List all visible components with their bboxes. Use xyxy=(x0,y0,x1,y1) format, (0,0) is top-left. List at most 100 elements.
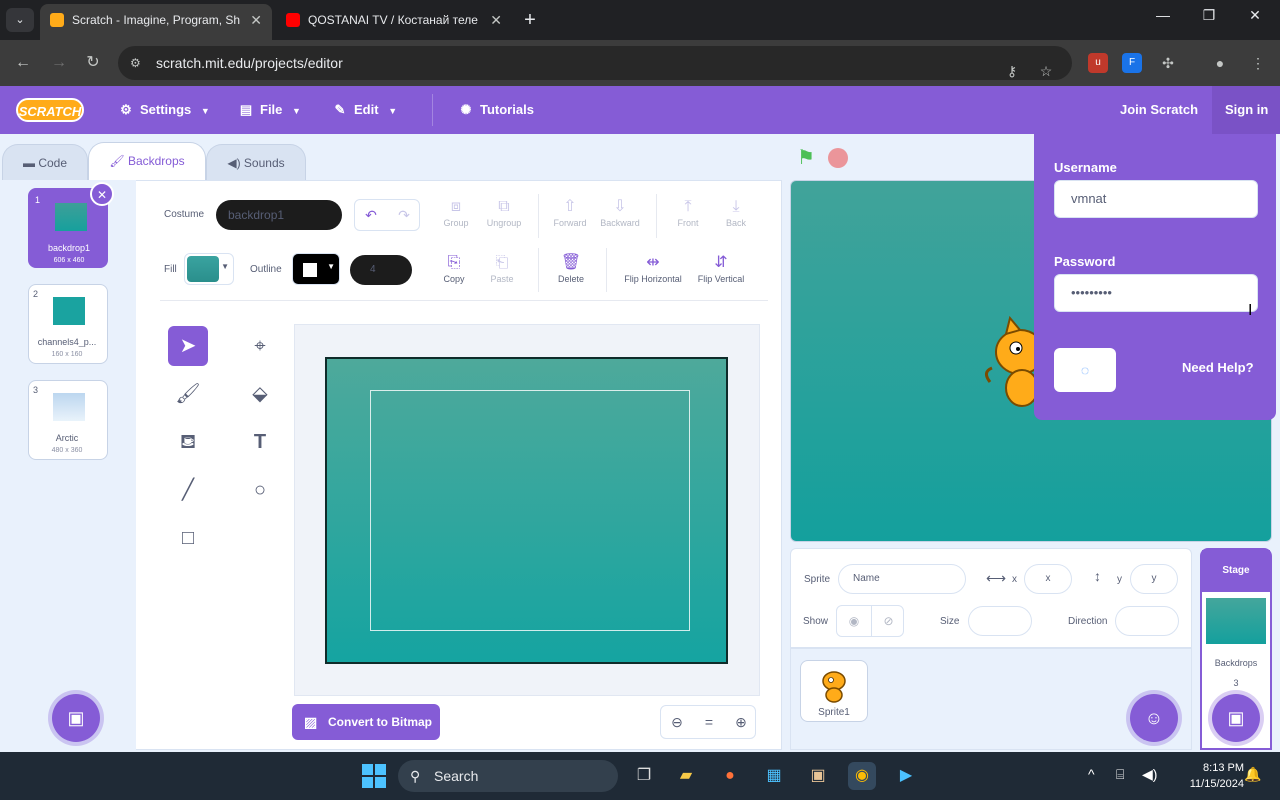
taskbar-clock[interactable]: 8:13 PM 11/15/2024 xyxy=(1166,760,1244,792)
line-tool[interactable]: ╱ xyxy=(168,470,208,510)
show-hidden-icons-chevron-icon[interactable]: ^ xyxy=(1088,766,1095,782)
y-input[interactable]: y xyxy=(1130,564,1178,594)
direction-input[interactable] xyxy=(1115,606,1179,636)
brush-tool[interactable]: 🖌 xyxy=(168,374,208,414)
circle-tool[interactable]: ○ xyxy=(240,470,280,510)
scratch-logo[interactable]: SCRATCH xyxy=(16,98,84,122)
maximize-icon[interactable]: ❐ xyxy=(1186,0,1232,32)
x-input[interactable]: x xyxy=(1024,564,1072,594)
backdrop-item-3[interactable]: 3 Arctic 480 x 360 xyxy=(28,380,108,460)
profile-avatar-icon[interactable]: ● xyxy=(1210,53,1230,73)
forward-icon[interactable]: → xyxy=(46,50,72,76)
search-icon: ⚲ xyxy=(410,768,421,784)
close-window-icon[interactable]: ✕ xyxy=(1232,0,1278,32)
sign-in-button[interactable]: Sign in xyxy=(1212,86,1280,134)
extension-flag-icon[interactable]: F xyxy=(1122,53,1142,73)
costume-name-input[interactable]: backdrop1 xyxy=(216,200,342,230)
backdrop-list-scrollbar[interactable] xyxy=(136,186,150,746)
network-icon[interactable]: ⌸ xyxy=(1116,766,1124,783)
back-button[interactable]: ⤓ Back xyxy=(708,196,764,228)
delete-backdrop-icon[interactable]: ✕ xyxy=(90,182,114,206)
text-tool[interactable]: T xyxy=(240,422,280,462)
minimize-icon[interactable]: — xyxy=(1140,0,1186,32)
convert-to-bitmap-button[interactable]: ▨ Convert to Bitmap xyxy=(292,704,440,740)
rectangle-tool[interactable]: □ xyxy=(168,518,208,558)
select-tool[interactable]: ➤ xyxy=(168,326,208,366)
flip-vertical-label: Flip Vertical xyxy=(697,274,745,284)
tab-sounds[interactable]: ◀) Sounds xyxy=(206,144,306,180)
stroke-width-input[interactable]: 4 xyxy=(350,255,412,285)
file-explorer-icon[interactable]: ▰ xyxy=(672,762,700,790)
redo-icon[interactable]: ↷ xyxy=(388,200,420,230)
username-input[interactable]: vmnat xyxy=(1054,180,1258,218)
add-stage-backdrop-button[interactable]: ▣ xyxy=(1212,694,1260,742)
backward-button[interactable]: ⇩ Backward xyxy=(592,196,648,228)
eye-slash-icon[interactable]: ⊘ xyxy=(871,606,905,636)
back-icon[interactable]: ← xyxy=(10,50,36,76)
backdrop-canvas[interactable] xyxy=(325,357,728,664)
new-tab-button[interactable]: + xyxy=(518,6,542,34)
reload-icon[interactable]: ↻ xyxy=(80,50,106,76)
eye-icon[interactable]: ◉ xyxy=(837,606,871,636)
paste-button[interactable]: ⎗ Paste xyxy=(474,252,530,284)
size-input[interactable] xyxy=(968,606,1032,636)
tab-backdrops[interactable]: 🖌 Backdrops xyxy=(88,142,206,180)
volume-icon[interactable]: ◀) xyxy=(1142,766,1157,783)
close-icon[interactable]: ✕ xyxy=(490,4,502,36)
undo-icon[interactable]: ↶ xyxy=(355,200,387,230)
browser-menu-icon[interactable]: ⋮ xyxy=(1248,53,1268,73)
file-menu[interactable]: ▤ File ▼ xyxy=(238,86,301,134)
edit-menu[interactable]: ✎ Edit ▼ xyxy=(332,86,398,134)
ungroup-button[interactable]: ⧉ Ungroup xyxy=(476,196,532,228)
backdrop-item-2[interactable]: 2 channels4_p... 160 x 160 xyxy=(28,284,108,364)
tab-search-button[interactable]: ⌄ xyxy=(6,8,34,32)
firefox-icon[interactable]: ● xyxy=(716,762,744,790)
eraser-tool[interactable]: ⬙ xyxy=(240,374,280,414)
outline-color-picker[interactable]: ▼ xyxy=(292,253,340,285)
flip-vertical-button[interactable]: ⇵ Flip Vertical xyxy=(690,252,752,284)
password-input[interactable]: ••••••••• xyxy=(1054,274,1258,312)
fill-color-picker[interactable]: ▼ xyxy=(184,253,234,285)
photos-app-icon[interactable]: ▦ xyxy=(760,762,788,790)
password-key-icon[interactable]: ⚷ xyxy=(1002,54,1022,79)
green-flag-icon[interactable]: ⚑ xyxy=(794,146,818,170)
stop-icon[interactable] xyxy=(828,148,848,168)
sprite-name-input[interactable]: Name xyxy=(838,564,966,594)
address-bar[interactable]: ⚙ scratch.mit.edu/projects/editor ⚷ ☆ xyxy=(118,46,1072,80)
zoom-reset-button[interactable]: = xyxy=(693,706,725,738)
reshape-tool[interactable]: ⌖ xyxy=(240,326,280,366)
sign-in-submit-button[interactable]: ◌ xyxy=(1054,348,1116,392)
windows-start-icon[interactable] xyxy=(362,764,386,788)
bookmark-star-icon[interactable]: ☆ xyxy=(1036,54,1056,79)
need-help-link[interactable]: Need Help? xyxy=(1182,360,1254,375)
scratch-menubar: SCRATCH ⚙ Settings ▼ ▤ File ▼ ✎ Edit ▼ ✺ Tut… xyxy=(0,86,1280,134)
site-info-icon[interactable]: ⚙ xyxy=(130,55,146,71)
zoom-out-icon[interactable]: ⊖ xyxy=(661,706,693,738)
forward-button[interactable]: ⇧ Forward xyxy=(542,196,598,228)
tutorials-menu[interactable]: ✺ Tutorials xyxy=(458,86,534,134)
task-view-icon[interactable]: ❐ xyxy=(630,762,658,790)
zoom-in-icon[interactable]: ⊕ xyxy=(725,706,757,738)
tab-code[interactable]: ▬ Code xyxy=(2,144,88,180)
chrome-icon[interactable]: ◉ xyxy=(848,762,876,790)
sprite-tile[interactable]: Sprite1 xyxy=(800,660,868,722)
windows-taskbar: ⚲ Search ❐ ▰ ● ▦ ▣ ◉ ▶ ^ ⌸ ◀) 8:13 PM 11… xyxy=(0,752,1280,800)
browser-tab-scratch[interactable]: Scratch - Imagine, Program, Sh ✕ xyxy=(40,4,272,40)
close-icon[interactable]: ✕ xyxy=(250,4,262,36)
remote-app-icon[interactable]: ▶ xyxy=(892,762,920,790)
notification-bell-icon[interactable]: 🔔 xyxy=(1244,766,1261,783)
settings-menu[interactable]: ⚙ Settings ▼ xyxy=(118,86,210,134)
extension-icon[interactable]: u xyxy=(1088,53,1108,73)
browser-tab-qostanai[interactable]: QOSTANAI TV / Костанай теле ✕ xyxy=(276,4,512,40)
add-sprite-button[interactable]: ☺ xyxy=(1130,694,1178,742)
join-scratch-link[interactable]: Join Scratch xyxy=(1120,86,1198,134)
extensions-puzzle-icon[interactable]: ✣ xyxy=(1158,53,1178,73)
scratch-favicon-icon xyxy=(50,13,64,27)
flip-horizontal-button[interactable]: ⇹ Flip Horizontal xyxy=(614,252,692,284)
flip-horizontal-label: Flip Horizontal xyxy=(624,274,682,284)
add-backdrop-button[interactable]: ▣ xyxy=(52,694,100,742)
taskbar-search[interactable]: ⚲ Search xyxy=(398,760,618,792)
fill-tool[interactable]: ⛾ xyxy=(168,422,208,462)
store-app-icon[interactable]: ▣ xyxy=(804,762,832,790)
delete-button[interactable]: 🗑 Delete xyxy=(543,252,599,284)
